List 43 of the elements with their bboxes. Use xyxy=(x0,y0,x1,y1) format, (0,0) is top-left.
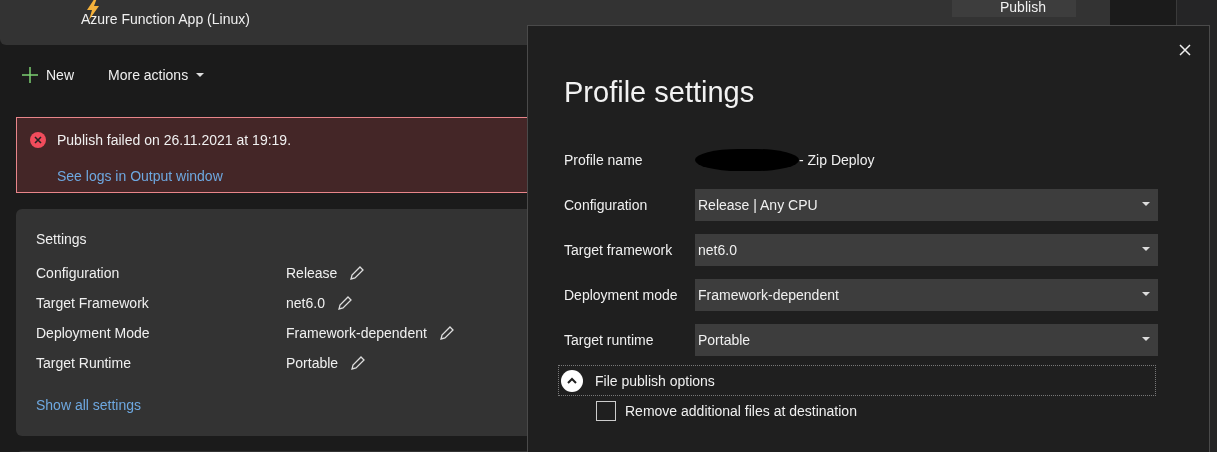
expander-label: File publish options xyxy=(595,372,715,389)
error-message: Publish failed on 26.11.2021 at 19:19. xyxy=(57,132,293,150)
setting-value: net6.0 xyxy=(286,295,325,311)
caret-icon xyxy=(196,72,205,78)
field-label: Target runtime xyxy=(564,331,655,348)
setting-label: Target Runtime xyxy=(36,355,132,371)
dropdown-field[interactable]: Release | Any CPU xyxy=(695,188,1158,221)
checkbox[interactable] xyxy=(596,401,616,421)
field-label: Configuration xyxy=(564,196,649,213)
caret-icon xyxy=(1142,292,1150,297)
caret-icon xyxy=(1142,202,1150,207)
pencil-icon[interactable] xyxy=(336,295,353,311)
dropdown-field[interactable]: Framework-dependent xyxy=(695,278,1158,311)
setting-label: Deployment Mode xyxy=(36,325,151,341)
setting-value: Release xyxy=(286,265,338,281)
dropdown-field[interactable]: net6.0 xyxy=(695,233,1158,266)
setting-value: Framework-dependent xyxy=(286,325,427,341)
checkbox-label: Remove additional files at destination xyxy=(625,403,857,419)
plus-icon xyxy=(22,67,38,83)
pencil-icon[interactable] xyxy=(349,265,366,281)
setting-label: Target Framework xyxy=(36,295,150,311)
show-all-settings-link[interactable]: Show all settings xyxy=(36,397,142,413)
new-button[interactable]: New xyxy=(22,67,74,83)
setting-label: Configuration xyxy=(36,265,121,281)
settings-title: Settings xyxy=(36,231,88,247)
caret-icon xyxy=(1142,337,1150,342)
dropdown-field[interactable]: Portable xyxy=(695,323,1158,356)
output-logs-link[interactable]: See logs in Output window xyxy=(57,168,223,184)
collapse-icon[interactable] xyxy=(561,369,583,392)
pencil-icon[interactable] xyxy=(438,325,455,341)
caret-icon xyxy=(1142,247,1150,252)
more-actions-menu[interactable]: More actions xyxy=(108,67,205,83)
field-label: Deployment mode xyxy=(564,286,679,303)
error-icon xyxy=(30,132,46,148)
field-label: Profile name xyxy=(564,151,644,168)
setting-value: Portable xyxy=(286,355,339,371)
field-label: Target framework xyxy=(564,241,674,258)
file-publish-options-expander[interactable]: File publish options xyxy=(558,365,1156,396)
pencil-icon[interactable] xyxy=(350,355,367,371)
publish-button[interactable]: Publish xyxy=(952,0,1076,17)
dialog-title: Profile settings xyxy=(564,76,756,109)
app-type-label: Azure Function App (Linux) xyxy=(81,11,250,27)
profile-name-value: - Zip Deploy xyxy=(799,151,875,168)
